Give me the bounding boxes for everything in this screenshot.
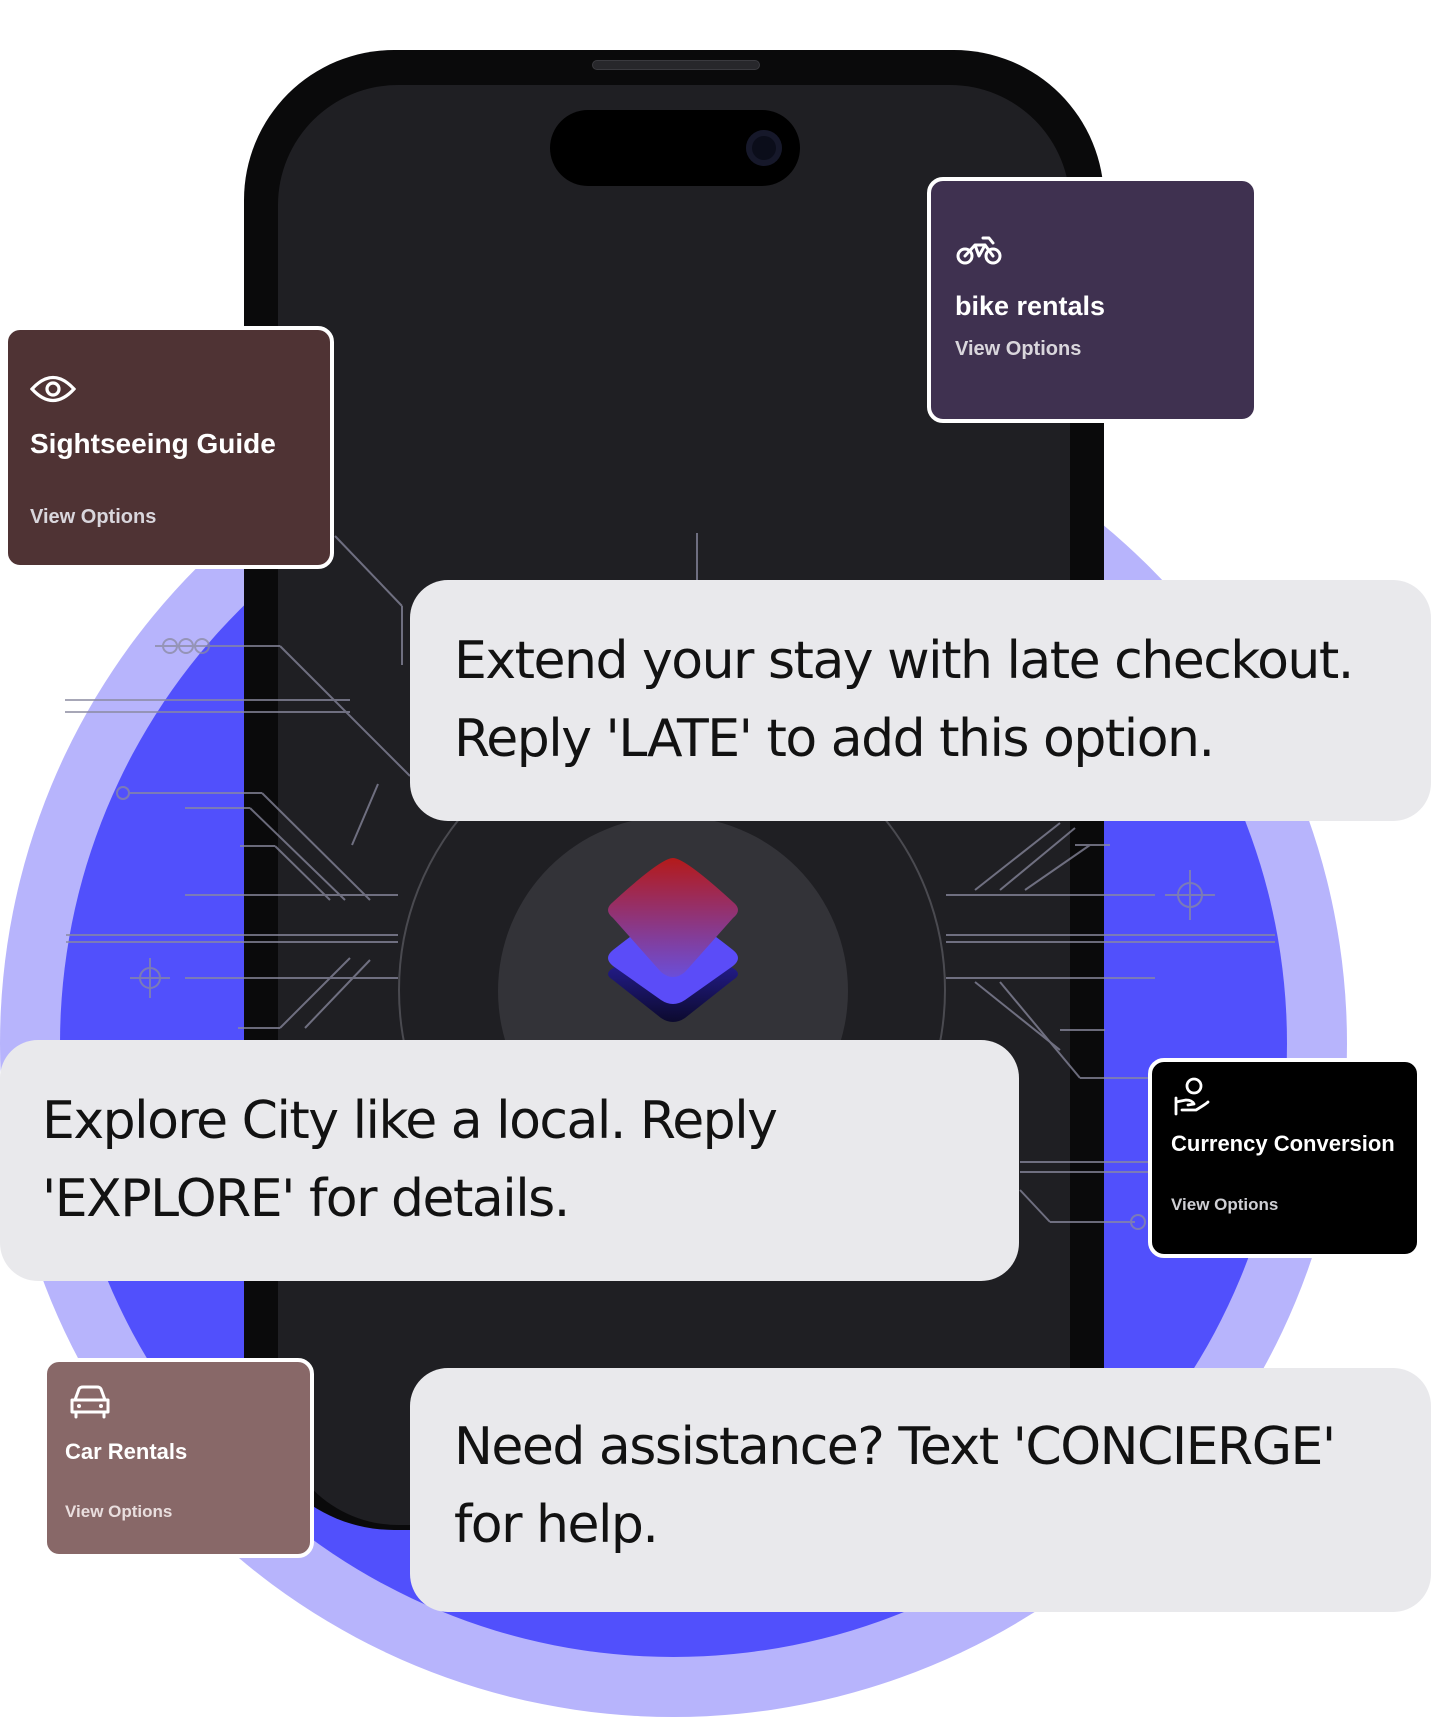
bike-icon (956, 236, 1002, 265)
card-title: bike rentals (955, 291, 1106, 321)
card-title: Car Rentals (65, 1439, 188, 1464)
car-icon (70, 1385, 110, 1419)
sightseeing-guide-card[interactable]: Sightseeing Guide View Options (4, 326, 334, 569)
message-bubble-explore: Explore City like a local. Reply 'EXPLOR… (0, 1040, 1019, 1281)
hand-coin-icon (1174, 1077, 1210, 1116)
view-options-link[interactable]: View Options (30, 506, 156, 529)
message-bubble-late: Extend your stay with late checkout. Rep… (410, 580, 1431, 821)
view-options-link[interactable]: View Options (955, 338, 1081, 361)
view-options-link[interactable]: View Options (1171, 1195, 1278, 1215)
card-title: Sightseeing Guide (30, 428, 276, 459)
message-bubble-concierge: Need assistance? Text 'CONCIERGE' for he… (410, 1368, 1431, 1612)
eye-icon (30, 375, 76, 403)
bike-rentals-card[interactable]: bike rentals View Options (927, 177, 1258, 423)
view-options-link[interactable]: View Options (65, 1502, 172, 1522)
car-rentals-card[interactable]: Car Rentals View Options (43, 1358, 314, 1558)
app-logo-icon (608, 858, 738, 1022)
card-title: Currency Conversion (1171, 1131, 1395, 1156)
currency-conversion-card[interactable]: Currency Conversion View Options (1148, 1058, 1421, 1258)
